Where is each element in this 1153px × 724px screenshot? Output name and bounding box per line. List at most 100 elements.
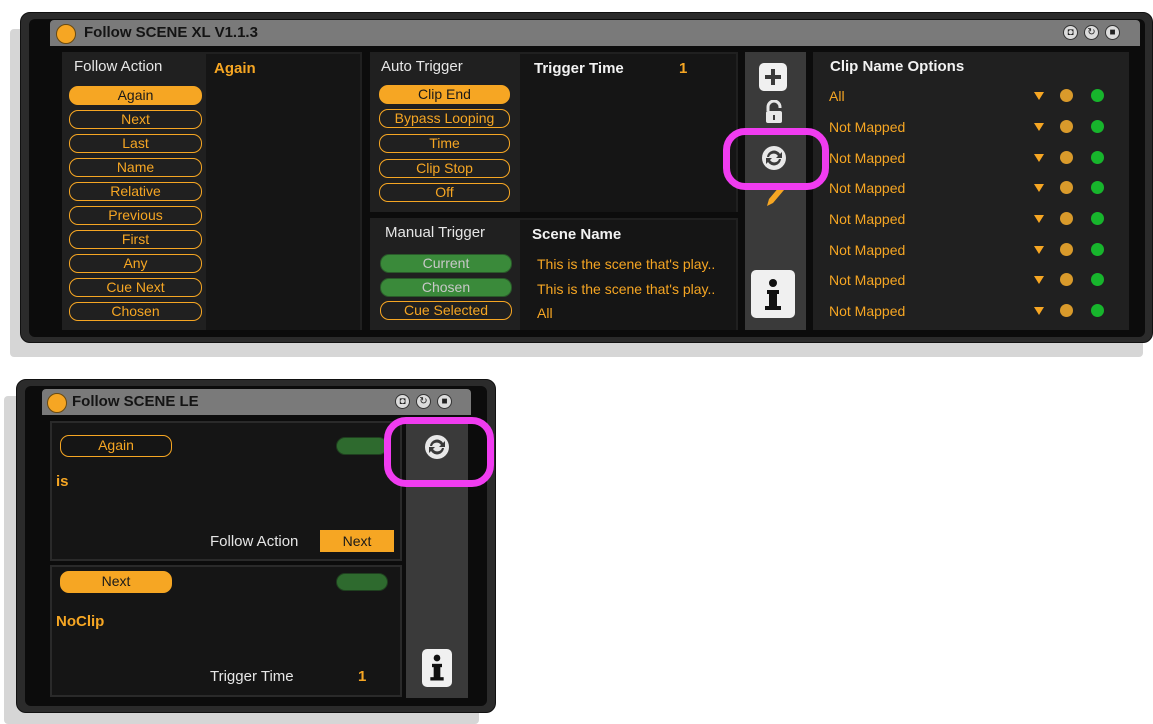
- manual-option-chosen[interactable]: Chosen: [380, 278, 512, 297]
- plus-icon[interactable]: [759, 63, 787, 91]
- device-on-toggle[interactable]: [56, 24, 76, 44]
- le-titlebar: Follow SCENE LE ◘ ↻ ■: [42, 389, 471, 415]
- follow-option-last[interactable]: Last: [69, 134, 202, 153]
- trigger-time-value[interactable]: 1: [679, 60, 687, 77]
- le-status-text-1: is: [56, 473, 69, 490]
- dropdown-arrow-icon[interactable]: [1034, 184, 1044, 192]
- scene-name-label: Scene Name: [532, 226, 622, 243]
- clip-option-row-7[interactable]: Not Mapped: [829, 272, 905, 288]
- le-follow-action-value[interactable]: Next: [320, 530, 394, 552]
- clip-option-row-6[interactable]: Not Mapped: [829, 242, 905, 258]
- follow-action-panel: Follow Action Again Again Next Last Name…: [62, 52, 362, 330]
- dropdown-arrow-icon[interactable]: [1034, 154, 1044, 162]
- dropdown-arrow-icon[interactable]: [1034, 246, 1044, 254]
- dropdown-arrow-icon[interactable]: [1034, 215, 1044, 223]
- clip-name-options-header: Clip Name Options: [830, 58, 965, 75]
- save-icon[interactable]: ■: [1105, 25, 1120, 40]
- le-trigger-time-value[interactable]: 1: [358, 668, 366, 685]
- le-on-toggle[interactable]: [47, 393, 67, 413]
- orange-dot-icon[interactable]: [1060, 181, 1073, 194]
- le-follow-action-value-text: Next: [342, 533, 372, 549]
- orange-dot-icon[interactable]: [1060, 243, 1073, 256]
- green-dot-icon[interactable]: [1091, 273, 1104, 286]
- clip-option-row-4[interactable]: Not Mapped: [829, 180, 905, 196]
- orange-dot-icon[interactable]: [1060, 120, 1073, 133]
- green-dot-icon[interactable]: [1091, 120, 1104, 133]
- dropdown-arrow-icon[interactable]: [1034, 276, 1044, 284]
- orange-dot-icon[interactable]: [1060, 89, 1073, 102]
- follow-action-value: Again: [214, 60, 256, 77]
- clip-option-row-2[interactable]: Not Mapped: [829, 119, 905, 135]
- green-dot-icon[interactable]: [1091, 151, 1104, 164]
- green-dot-icon[interactable]: [1091, 304, 1104, 317]
- follow-option-cue-next[interactable]: Cue Next: [69, 278, 202, 297]
- le-toggle-2[interactable]: [336, 573, 388, 591]
- le-section-2: Next NoClip Trigger Time 1: [50, 565, 402, 697]
- orange-dot-icon[interactable]: [1060, 212, 1073, 225]
- follow-option-first[interactable]: First: [69, 230, 202, 249]
- auto-trigger-panel: Auto Trigger Trigger Time 1 Clip End Byp…: [370, 52, 738, 212]
- scene-name-display: Scene Name This is the scene that's play…: [520, 220, 736, 330]
- auto-trigger-header: Auto Trigger: [381, 58, 463, 75]
- info-button[interactable]: [751, 270, 795, 318]
- reset-icon[interactable]: ↻: [1084, 25, 1099, 40]
- le-section-1: Again is Follow Action Next: [50, 421, 402, 561]
- le-follow-action-label: Follow Action: [210, 533, 299, 550]
- map-icon[interactable]: ◘: [1063, 25, 1078, 40]
- le-info-button[interactable]: [422, 649, 452, 687]
- device-title: Follow SCENE XL V1.1.3: [84, 24, 258, 41]
- green-dot-icon[interactable]: [1091, 212, 1104, 225]
- green-dot-icon[interactable]: [1091, 89, 1104, 102]
- follow-action-display: Again: [206, 54, 360, 330]
- highlight-ring: [384, 417, 494, 487]
- auto-option-off[interactable]: Off: [379, 183, 510, 202]
- xl-side-toolbar: [745, 52, 806, 330]
- orange-dot-icon[interactable]: [1060, 273, 1073, 286]
- info-icon: [430, 654, 444, 681]
- le-trigger-time-label: Trigger Time: [210, 668, 294, 685]
- manual-trigger-header: Manual Trigger: [385, 224, 486, 241]
- le-follow-action-pill[interactable]: Again: [60, 435, 172, 457]
- follow-option-again[interactable]: Again: [69, 86, 202, 105]
- clip-option-row-5[interactable]: Not Mapped: [829, 211, 905, 227]
- clip-name-options-panel: Clip Name Options All Not Mapped Not Map…: [813, 52, 1129, 330]
- follow-option-any[interactable]: Any: [69, 254, 202, 273]
- trigger-time-label: Trigger Time: [534, 60, 624, 77]
- le-status-text-2: NoClip: [56, 613, 105, 630]
- clip-option-row-1[interactable]: All: [829, 88, 845, 104]
- auto-option-clip-end[interactable]: Clip End: [379, 85, 510, 104]
- manual-option-current[interactable]: Current: [380, 254, 512, 273]
- follow-option-chosen[interactable]: Chosen: [69, 302, 202, 321]
- manual-trigger-panel: Manual Trigger Scene Name This is the sc…: [370, 218, 738, 330]
- clip-option-row-3[interactable]: Not Mapped: [829, 150, 905, 166]
- scene-name-3: All: [537, 305, 553, 321]
- le-toggle-1[interactable]: [336, 437, 388, 455]
- manual-option-cue-selected[interactable]: Cue Selected: [380, 301, 512, 320]
- xl-titlebar: Follow SCENE XL V1.1.3 ◘ ↻ ■: [50, 20, 1140, 46]
- clip-option-row-8[interactable]: Not Mapped: [829, 303, 905, 319]
- lock-icon[interactable]: [763, 100, 785, 124]
- info-icon: [765, 279, 781, 310]
- orange-dot-icon[interactable]: [1060, 304, 1073, 317]
- save-icon[interactable]: ■: [437, 394, 452, 409]
- follow-option-previous[interactable]: Previous: [69, 206, 202, 225]
- dropdown-arrow-icon[interactable]: [1034, 307, 1044, 315]
- reset-icon[interactable]: ↻: [416, 394, 431, 409]
- orange-dot-icon[interactable]: [1060, 151, 1073, 164]
- le-next-pill[interactable]: Next: [60, 571, 172, 593]
- auto-option-bypass-looping[interactable]: Bypass Looping: [379, 109, 510, 128]
- follow-option-next[interactable]: Next: [69, 110, 202, 129]
- auto-option-time[interactable]: Time: [379, 134, 510, 153]
- follow-option-relative[interactable]: Relative: [69, 182, 202, 201]
- auto-option-clip-stop[interactable]: Clip Stop: [379, 159, 510, 178]
- highlight-ring: [723, 128, 829, 190]
- follow-action-header: Follow Action: [74, 58, 163, 75]
- green-dot-icon[interactable]: [1091, 181, 1104, 194]
- scene-name-2: This is the scene that's play..: [537, 281, 716, 297]
- trigger-time-display: Trigger Time 1: [520, 54, 736, 212]
- map-icon[interactable]: ◘: [395, 394, 410, 409]
- follow-option-name[interactable]: Name: [69, 158, 202, 177]
- dropdown-arrow-icon[interactable]: [1034, 123, 1044, 131]
- green-dot-icon[interactable]: [1091, 243, 1104, 256]
- dropdown-arrow-icon[interactable]: [1034, 92, 1044, 100]
